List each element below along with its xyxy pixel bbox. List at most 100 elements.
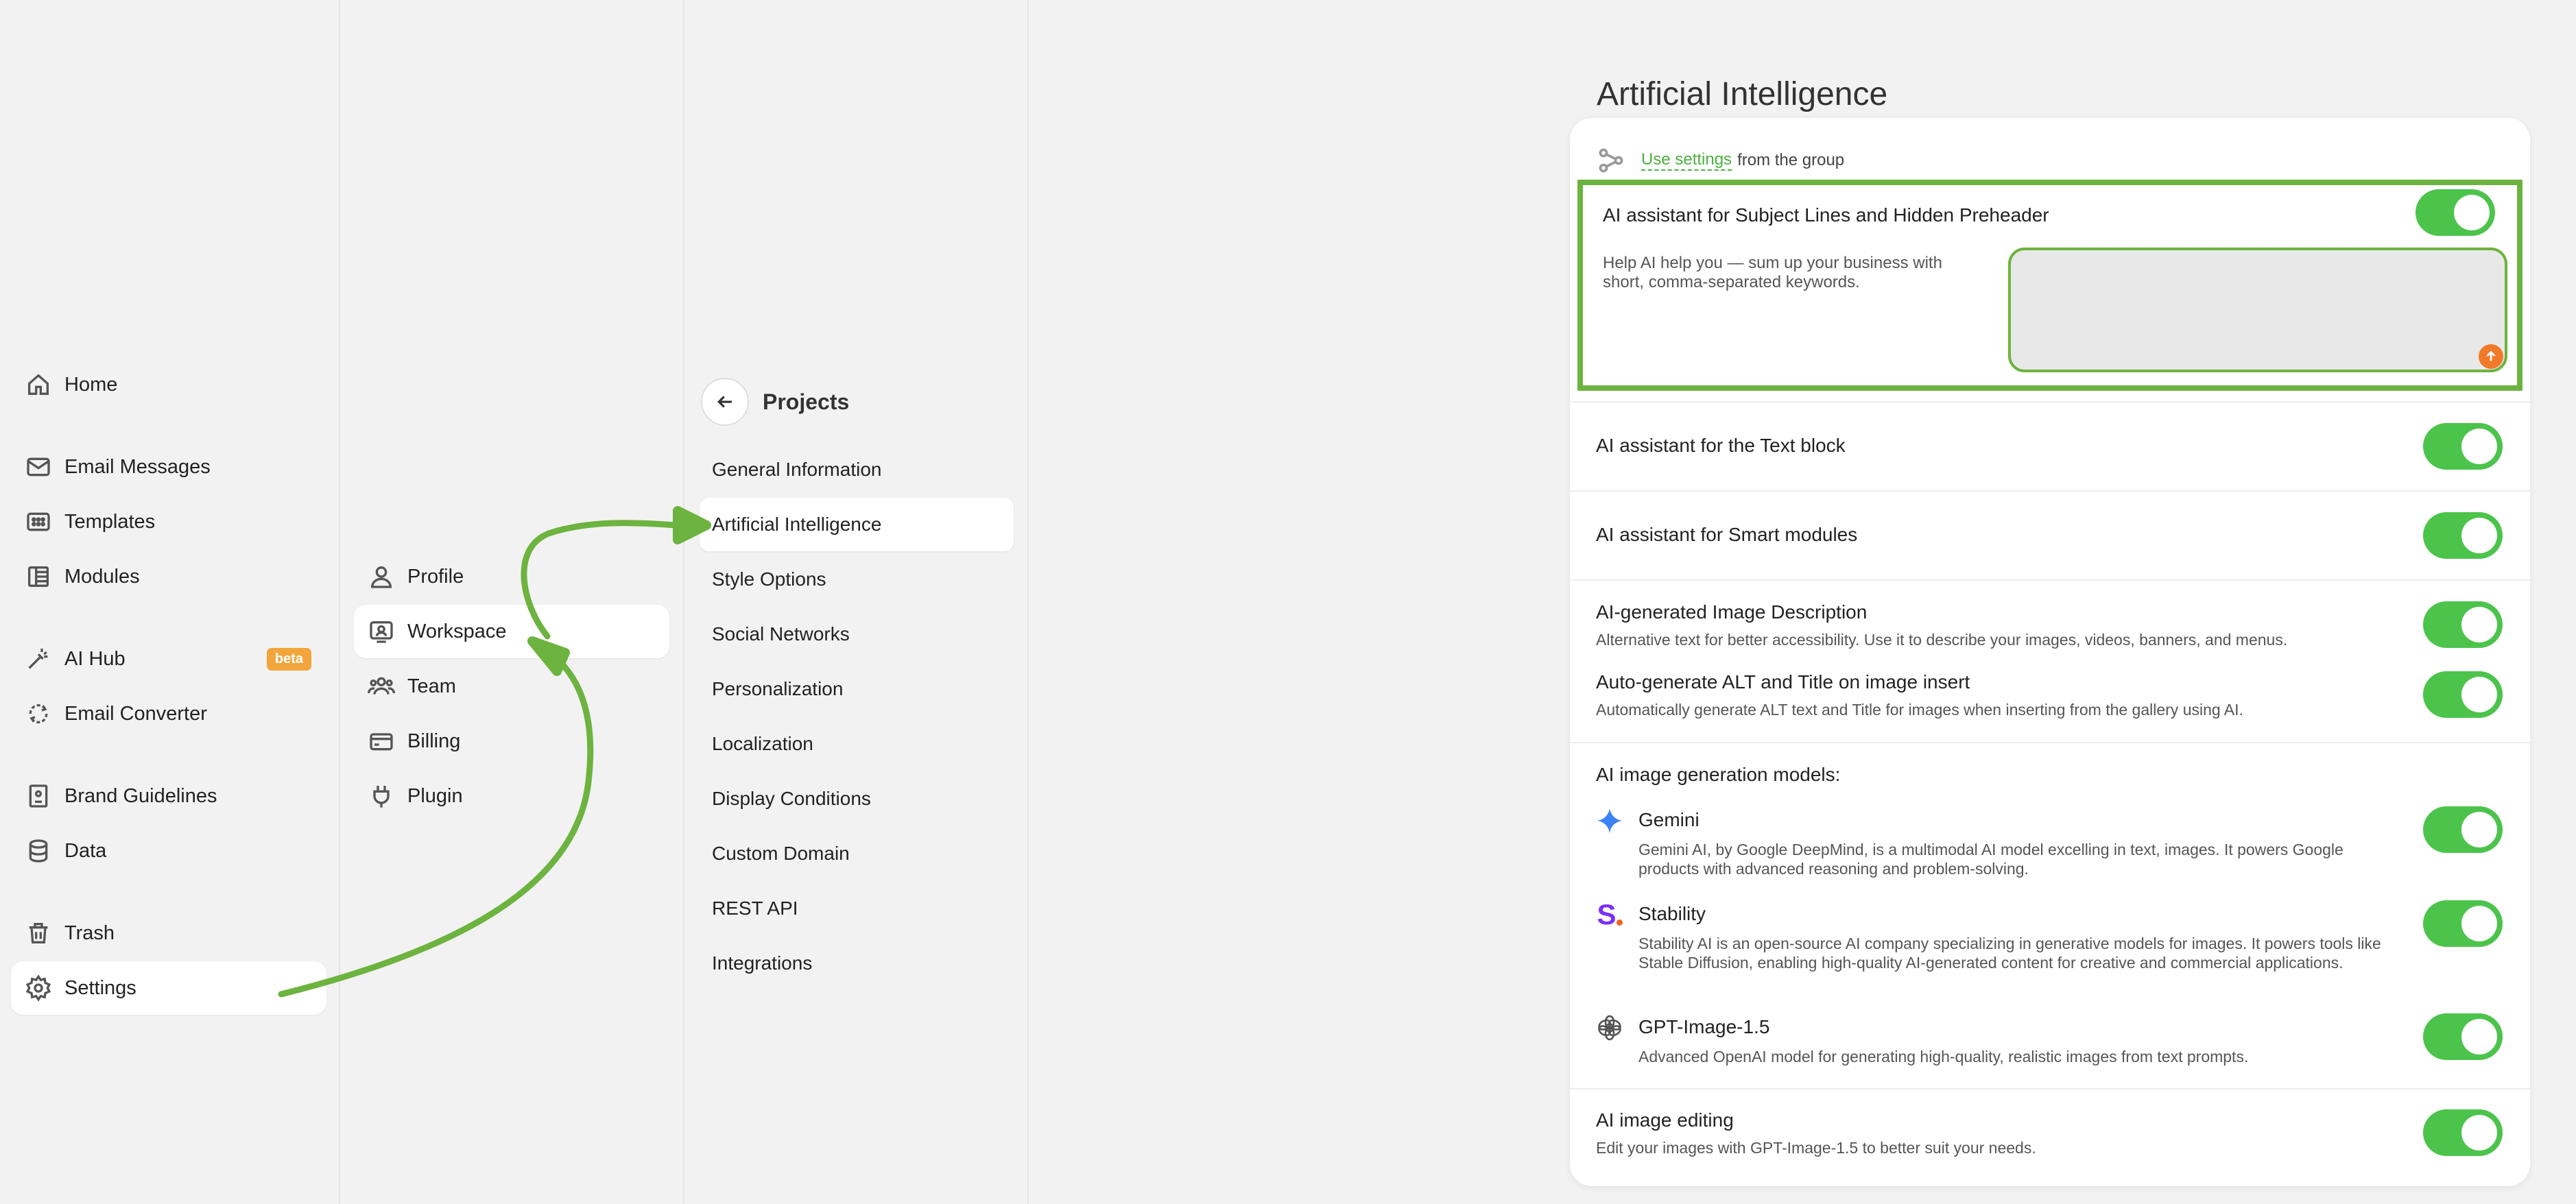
arrow-left-icon: [717, 396, 732, 408]
nav-label: Email Messages: [64, 455, 211, 478]
smart-modules-toggle[interactable]: [2423, 512, 2503, 559]
openai-logo-icon: [1595, 1013, 1625, 1043]
subject-lines-help: Help AI help you — sum up your business …: [1603, 254, 1942, 291]
arrow-up-icon: [2486, 350, 2496, 361]
nav-social-networks[interactable]: Social Networks: [700, 607, 1014, 661]
send-button[interactable]: [2479, 344, 2503, 369]
card-icon: [368, 727, 395, 755]
projects-title: Projects: [763, 389, 850, 414]
nav-label: Trash: [64, 922, 115, 944]
nav-workspace[interactable]: Workspace: [354, 605, 669, 658]
gemini-title: Gemini: [1638, 809, 1700, 830]
nav-custom-domain[interactable]: Custom Domain: [700, 827, 1014, 880]
nav-label: Home: [64, 373, 118, 396]
image-description-title: AI-generated Image Description: [1596, 601, 1868, 623]
gear-icon: [25, 974, 52, 1002]
nav-display-conditions[interactable]: Display Conditions: [700, 772, 1014, 826]
nav-ai-hub[interactable]: AI Hub beta: [11, 632, 326, 686]
smart-modules-title: AI assistant for Smart modules: [1596, 524, 1858, 545]
nav-label: Settings: [64, 976, 136, 999]
stability-title: Stability: [1638, 903, 1706, 924]
subject-lines-title: AI assistant for Subject Lines and Hidde…: [1603, 204, 2049, 226]
home-icon: [25, 371, 52, 398]
models-heading: AI image generation models:: [1596, 764, 1841, 785]
nav-label: Team: [407, 675, 456, 697]
nav-trash[interactable]: Trash: [11, 906, 326, 960]
image-editing-title: AI image editing: [1596, 1109, 1734, 1131]
auto-alt-desc: Automatically generate ALT text and Titl…: [1596, 701, 2243, 719]
auto-alt-toggle[interactable]: [2423, 671, 2503, 718]
use-settings-link[interactable]: Use settings: [1641, 150, 1732, 171]
nav-style-options[interactable]: Style Options: [700, 553, 1014, 606]
subject-lines-toggle[interactable]: [2416, 189, 2495, 236]
nav-label: Profile: [407, 565, 464, 588]
nav-modules[interactable]: Modules: [11, 550, 326, 603]
converter-icon: [25, 700, 52, 727]
projects-sidebar: Projects General Information Artificial …: [684, 0, 1029, 1204]
team-icon: [368, 673, 395, 700]
gpt-image-desc: Advanced OpenAI model for generating hig…: [1638, 1048, 2249, 1065]
back-button[interactable]: [701, 378, 749, 426]
gemini-toggle[interactable]: [2423, 806, 2503, 853]
nav-label: Workspace: [407, 620, 507, 642]
nav-localization[interactable]: Localization: [700, 717, 1014, 771]
nav-templates[interactable]: Templates: [11, 495, 326, 549]
nav-personalization[interactable]: Personalization: [700, 662, 1014, 716]
nav-label: Brand Guidelines: [64, 784, 217, 807]
nav-email-messages[interactable]: Email Messages: [11, 440, 326, 494]
image-description-desc: Alternative text for better accessibilit…: [1596, 631, 2288, 649]
nav-label: Email Converter: [64, 702, 207, 725]
divider: [1570, 579, 2530, 581]
book-icon: [25, 782, 52, 810]
group-settings-row: Use settings from the group: [1596, 145, 1844, 176]
keywords-textarea[interactable]: [2008, 248, 2507, 372]
magic-wand-icon: [25, 645, 52, 673]
image-editing-toggle[interactable]: [2423, 1109, 2503, 1156]
nav-label: Plugin: [407, 784, 463, 807]
settings-sidebar: Profile Workspace Team Billing Plugin: [340, 0, 684, 1204]
divider: [1570, 490, 2530, 492]
nav-integrations[interactable]: Integrations: [700, 937, 1014, 990]
nav-data[interactable]: Data: [11, 824, 326, 878]
stability-toggle[interactable]: [2423, 900, 2503, 947]
page-title: Artificial Intelligence: [1597, 76, 1888, 113]
nav-team[interactable]: Team: [354, 660, 669, 713]
image-description-toggle[interactable]: [2423, 601, 2503, 648]
gpt-image-toggle[interactable]: [2423, 1013, 2503, 1060]
mail-icon: [25, 453, 52, 481]
nav-label: Modules: [64, 565, 140, 588]
nav-home[interactable]: Home: [11, 358, 326, 411]
nav-profile[interactable]: Profile: [354, 550, 669, 603]
nav-label: Data: [64, 839, 107, 862]
text-block-toggle[interactable]: [2423, 423, 2503, 470]
auto-alt-title: Auto-generate ALT and Title on image ins…: [1596, 671, 1970, 693]
nav-settings[interactable]: Settings: [11, 961, 326, 1015]
divider: [1570, 401, 2530, 402]
stability-desc: Stability AI is an open-source AI compan…: [1638, 935, 2381, 972]
nav-artificial-intelligence[interactable]: Artificial Intelligence: [700, 498, 1014, 551]
divider: [1570, 742, 2530, 743]
nav-label: AI Hub: [64, 647, 126, 670]
trash-icon: [25, 919, 52, 947]
subject-lines-highlight: AI assistant for Subject Lines and Hidde…: [1577, 180, 2523, 391]
nav-email-converter[interactable]: Email Converter: [11, 687, 326, 741]
group-share-icon: [1599, 148, 1623, 173]
text-block-title: AI assistant for the Text block: [1596, 435, 1846, 456]
stability-logo-icon: S: [1595, 900, 1625, 930]
nav-general-information[interactable]: General Information: [700, 443, 1014, 496]
image-editing-desc: Edit your images with GPT-Image-1.5 to b…: [1596, 1139, 2036, 1157]
nav-rest-api[interactable]: REST API: [700, 882, 1014, 935]
nav-brand-guidelines[interactable]: Brand Guidelines: [11, 769, 326, 823]
templates-icon: [25, 508, 52, 535]
nav-plugin[interactable]: Plugin: [354, 769, 669, 823]
nav-billing[interactable]: Billing: [354, 714, 669, 768]
user-icon: [368, 563, 395, 590]
beta-badge: beta: [266, 648, 311, 671]
group-settings-text: from the group: [1737, 151, 1845, 169]
divider: [1570, 1088, 2530, 1089]
database-icon: [25, 837, 52, 865]
gemini-desc: Gemini AI, by Google DeepMind, is a mult…: [1638, 841, 2344, 878]
plug-icon: [368, 782, 395, 810]
ai-settings-panel: Use settings from the group AI assistant…: [1570, 118, 2530, 1186]
nav-label: Templates: [64, 510, 156, 533]
